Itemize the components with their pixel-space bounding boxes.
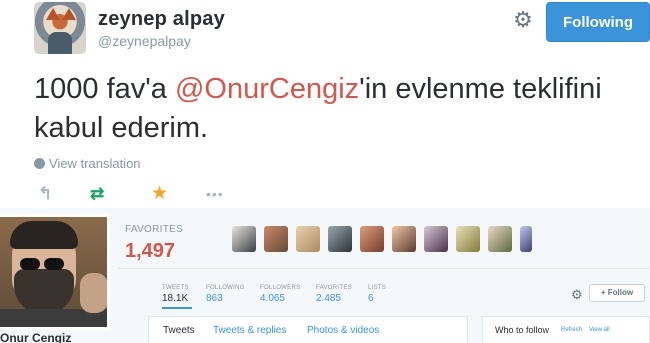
avatar[interactable] <box>520 226 532 252</box>
who-to-follow-panel: Who to follow Refresh View all <box>482 316 650 343</box>
stat-label: TWEETS <box>162 285 189 291</box>
avatar[interactable] <box>488 226 512 252</box>
view-translation-link[interactable]: View translation <box>34 156 141 171</box>
view-all-link[interactable]: View all <box>589 327 610 333</box>
user-handle[interactable]: @zeynepalpay <box>98 33 191 49</box>
follow-label: Follow <box>607 288 634 297</box>
reply-icon[interactable]: ↰ <box>38 184 52 204</box>
avatar[interactable] <box>328 226 352 252</box>
stat-label: FAVORITES <box>316 285 352 291</box>
user-name[interactable]: zeynep alpay <box>98 8 225 31</box>
follow-button[interactable]: + Follow <box>589 284 645 302</box>
refresh-link[interactable]: Refresh <box>561 327 582 333</box>
profile-stats: TWEETS 18.1K FOLLOWING 863 FOLLOWERS 4.0… <box>162 285 562 309</box>
stat-label: LISTS <box>368 285 387 291</box>
tweet-actions: ↰ ⇄ ★ ••• <box>34 184 254 204</box>
stat-lists[interactable]: LISTS 6 <box>368 285 386 304</box>
stat-followers[interactable]: FOLLOWERS 4.065 <box>260 285 300 304</box>
tab-photos-videos[interactable]: Photos & videos <box>307 325 379 336</box>
mention-link[interactable]: @OnurCengiz <box>175 73 359 105</box>
profile-photo[interactable] <box>0 214 110 330</box>
profile-tabs: Tweets Tweets & replies Photos & videos <box>148 316 468 343</box>
divider <box>118 268 650 269</box>
gear-icon[interactable]: ⚙ <box>512 9 534 31</box>
photo-detail <box>80 273 107 313</box>
view-translation-label: View translation <box>49 156 141 171</box>
tab-tweets-replies[interactable]: Tweets & replies <box>213 325 286 336</box>
more-icon[interactable]: ••• <box>206 184 224 204</box>
stat-value: 2.485 <box>316 293 342 304</box>
following-button[interactable]: Following <box>546 2 650 42</box>
avatar-detail <box>46 8 60 20</box>
avatar[interactable] <box>424 226 448 252</box>
stat-value: 863 <box>206 293 223 304</box>
stat-favorites[interactable]: FAVORITES 2.485 <box>316 285 352 304</box>
tab-tweets[interactable]: Tweets <box>163 325 195 336</box>
tweet-card: zeynep alpay @zeynepalpay ⚙ Following 10… <box>0 0 650 208</box>
tweet-text: 1000 fav'a @OnurCengiz'in evlenme teklif… <box>34 70 644 148</box>
active-stat-indicator <box>162 307 192 309</box>
stat-tweets[interactable]: TWEETS 18.1K <box>162 285 189 304</box>
favorites-label: FAVORITES <box>125 224 184 235</box>
stat-value: 4.065 <box>260 293 286 304</box>
stat-label: FOLLOWING <box>206 285 245 291</box>
who-to-follow-title: Who to follow <box>495 325 550 335</box>
favorited-by-avatars <box>232 226 532 256</box>
avatar-detail <box>62 8 76 20</box>
avatar-detail <box>48 32 72 54</box>
stat-following[interactable]: FOLLOWING 863 <box>206 285 245 304</box>
avatar[interactable] <box>34 2 86 54</box>
gear-icon[interactable]: ⚙ <box>571 287 583 303</box>
avatar[interactable] <box>360 226 384 252</box>
stat-value: 18.1K <box>162 293 189 304</box>
globe-icon <box>34 158 45 169</box>
avatar[interactable] <box>296 226 320 252</box>
star-icon[interactable]: ★ <box>151 184 168 204</box>
avatar[interactable] <box>232 226 256 252</box>
stat-label: FOLLOWERS <box>260 285 301 291</box>
photo-detail <box>10 221 78 249</box>
tweet-text-part: 1000 fav'a <box>34 73 175 105</box>
avatar[interactable] <box>264 226 288 252</box>
stat-value: 6 <box>368 293 374 304</box>
photo-detail <box>20 257 68 270</box>
avatar[interactable] <box>392 226 416 252</box>
retweet-icon[interactable]: ⇄ <box>90 184 104 204</box>
profile-name[interactable]: Onur Cengiz <box>0 331 71 343</box>
avatar[interactable] <box>456 226 480 252</box>
favorites-count[interactable]: 1,497 <box>125 240 175 263</box>
